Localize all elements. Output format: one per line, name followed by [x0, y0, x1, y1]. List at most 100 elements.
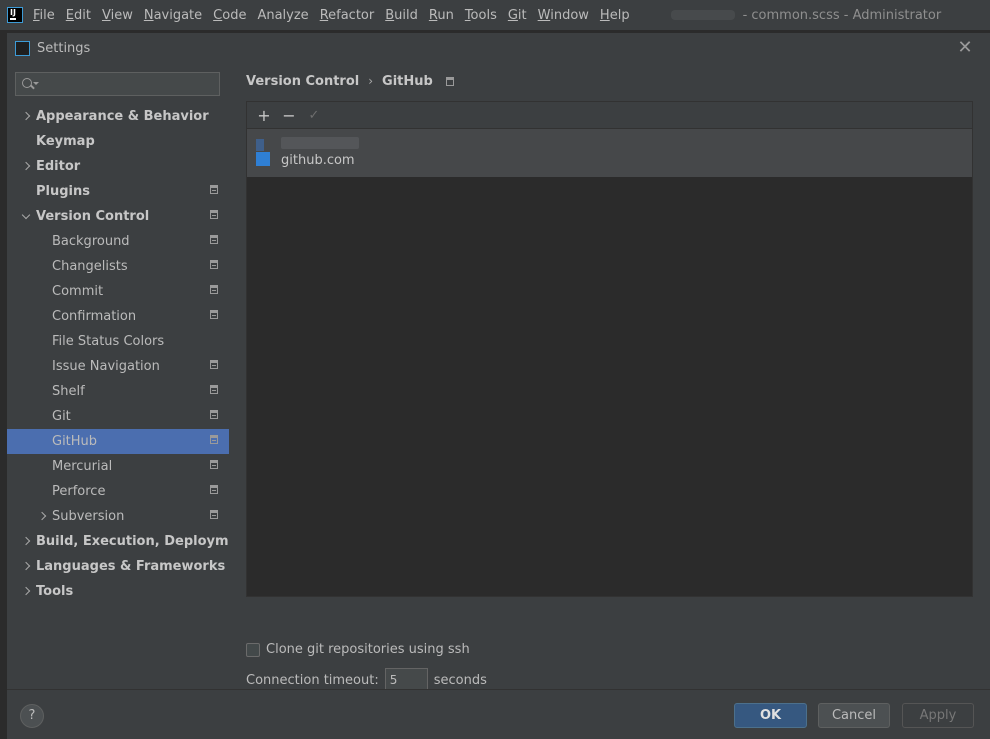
- tree-item-file-status-colors[interactable]: File Status Colors: [7, 329, 229, 354]
- menu-build[interactable]: Build: [385, 8, 418, 23]
- tree-item-git[interactable]: Git: [7, 404, 229, 429]
- menu-mnemonic: N: [143, 7, 154, 23]
- dialog-header: Settings ✕: [7, 33, 990, 63]
- project-level-icon: [210, 485, 218, 494]
- menu-mnemonic: W: [537, 7, 551, 23]
- menu-navigate[interactable]: Navigate: [144, 8, 202, 23]
- menu-label: un: [437, 7, 454, 23]
- menu-code[interactable]: Code: [213, 8, 246, 23]
- project-level-icon: [210, 385, 218, 394]
- tree-item-issue-navigation[interactable]: Issue Navigation: [7, 354, 229, 379]
- tree-item-background[interactable]: Background: [7, 229, 229, 254]
- cancel-button[interactable]: Cancel: [818, 703, 890, 728]
- tree-item-confirmation[interactable]: Confirmation: [7, 304, 229, 329]
- menu-run[interactable]: Run: [429, 8, 454, 23]
- tree-item-build-execution-deployment[interactable]: Build, Execution, Deployment: [7, 529, 253, 554]
- intellij-logo-icon: IJ: [7, 7, 23, 23]
- project-level-icon: [445, 76, 454, 86]
- settings-tree: Appearance & Behavior Keymap Editor Plugins…: [7, 104, 253, 604]
- tree-item-label: File Status Colors: [52, 334, 165, 349]
- tree-item-shelf[interactable]: Shelf: [7, 379, 229, 404]
- breadcrumb-version-control[interactable]: Version Control: [246, 74, 359, 89]
- tree-item-subversion[interactable]: Subversion: [7, 504, 229, 529]
- tree-item-label: Keymap: [36, 134, 95, 149]
- tree-item-plugins[interactable]: Plugins: [7, 179, 229, 204]
- project-level-icon: [210, 310, 218, 319]
- project-level-icon: [210, 360, 218, 369]
- menu-label: ools: [470, 7, 497, 23]
- menu-tools[interactable]: Tools: [465, 8, 497, 23]
- menu-mnemonic: G: [507, 7, 518, 23]
- menu-file[interactable]: File: [33, 8, 55, 23]
- chevron-right-icon[interactable]: [20, 110, 34, 124]
- breadcrumb-separator: ›: [368, 74, 374, 88]
- chevron-right-icon[interactable]: [20, 160, 34, 174]
- chevron-right-icon[interactable]: [20, 535, 34, 549]
- settings-search[interactable]: [15, 72, 220, 96]
- settings-tree-panel: Appearance & Behavior Keymap Editor Plugins…: [7, 63, 253, 689]
- window-title-text: - common.scss - Administrator: [742, 7, 942, 23]
- tree-item-label: Subversion: [52, 509, 125, 524]
- tree-item-languages-frameworks[interactable]: Languages & Frameworks: [7, 554, 229, 579]
- tree-item-label: Changelists: [52, 259, 128, 274]
- menu-label: elp: [609, 7, 630, 23]
- menu-help[interactable]: Help: [600, 8, 630, 23]
- help-button[interactable]: ?: [20, 704, 44, 728]
- tree-item-changelists[interactable]: Changelists: [7, 254, 229, 279]
- menu-edit[interactable]: Edit: [66, 8, 91, 23]
- chevron-down-icon[interactable]: [20, 210, 34, 224]
- project-level-icon: [210, 210, 218, 219]
- menu-mnemonic: H: [599, 7, 610, 23]
- account-name-redacted: [281, 137, 359, 149]
- menu-analyze[interactable]: Analyze: [257, 8, 308, 23]
- tree-item-editor[interactable]: Editor: [7, 154, 229, 179]
- menu-mnemonic: B: [385, 7, 395, 23]
- project-level-icon: [210, 235, 218, 244]
- menu-label: iew: [110, 7, 133, 23]
- project-level-icon: [210, 410, 218, 419]
- menu-git[interactable]: Git: [508, 8, 527, 23]
- menu-view[interactable]: View: [102, 8, 133, 23]
- tree-item-label: Version Control: [36, 209, 150, 224]
- close-icon[interactable]: ✕: [956, 39, 974, 57]
- menu-refactor[interactable]: Refactor: [320, 8, 375, 23]
- tree-item-appearance-behavior[interactable]: Appearance & Behavior: [7, 104, 229, 129]
- tree-item-mercurial[interactable]: Mercurial: [7, 454, 229, 479]
- remove-account-button[interactable]: −: [278, 104, 300, 126]
- menu-label: it: [517, 7, 527, 23]
- clone-ssh-checkbox[interactable]: [246, 642, 260, 657]
- search-input[interactable]: [40, 73, 214, 95]
- tree-item-github[interactable]: GitHub: [7, 429, 229, 454]
- apply-button[interactable]: Apply: [902, 703, 974, 728]
- menu-window[interactable]: Window: [538, 8, 589, 23]
- tree-item-keymap[interactable]: Keymap: [7, 129, 229, 154]
- tree-item-label: Confirmation: [52, 309, 137, 324]
- search-icon[interactable]: [20, 73, 40, 95]
- menu-label: indow: [550, 7, 589, 23]
- clone-ssh-option[interactable]: Clone git repositories using ssh: [246, 642, 470, 657]
- tree-item-label: Mercurial: [52, 459, 113, 474]
- tree-item-label: Shelf: [52, 384, 85, 399]
- menu-label: uild: [394, 7, 418, 23]
- chevron-right-icon[interactable]: [20, 560, 34, 574]
- intellij-app-icon: [15, 40, 30, 56]
- chevron-right-icon[interactable]: [36, 510, 50, 524]
- tree-item-label: Plugins: [36, 184, 90, 199]
- tree-item-label: Git: [52, 409, 71, 424]
- tree-item-commit[interactable]: Commit: [7, 279, 229, 304]
- ok-button[interactable]: OK: [734, 703, 807, 728]
- account-row[interactable]: github.com: [247, 129, 972, 177]
- project-level-icon: [210, 285, 218, 294]
- tree-item-tools[interactable]: Tools: [7, 579, 229, 604]
- tree-item-label: Issue Navigation: [52, 359, 160, 374]
- menu-label: Analyze: [257, 7, 309, 23]
- ide-menubar: IJ File Edit View Navigate Code Analyze Refact…: [0, 0, 990, 30]
- chevron-right-icon[interactable]: [20, 585, 34, 599]
- tree-item-perforce[interactable]: Perforce: [7, 479, 229, 504]
- add-account-button[interactable]: +: [253, 104, 275, 126]
- github-accounts-list: + − ✓ github.com: [246, 101, 973, 597]
- tree-item-version-control[interactable]: Version Control: [7, 204, 229, 229]
- set-default-account-button[interactable]: ✓: [303, 104, 325, 126]
- tree-item-label: Build, Execution, Deployment: [36, 534, 253, 549]
- clone-ssh-label[interactable]: Clone git repositories using ssh: [266, 642, 470, 657]
